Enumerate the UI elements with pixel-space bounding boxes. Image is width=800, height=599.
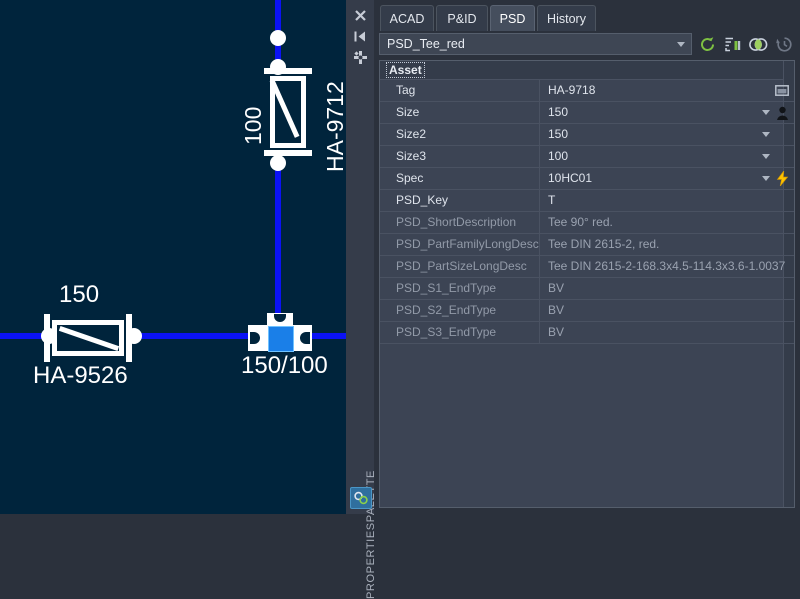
property-value: BV [548, 303, 565, 317]
property-key: Size2 [380, 124, 540, 145]
tee-notch-right [300, 332, 310, 344]
property-value[interactable]: 100 [540, 146, 794, 167]
valve-flange-top [264, 68, 312, 74]
quick-select-icon[interactable] [722, 33, 744, 55]
selected-object-dropdown[interactable]: PSD_Tee_red [379, 33, 693, 55]
tab-pid[interactable]: P&ID [436, 5, 488, 31]
tab-history[interactable]: History [537, 5, 596, 31]
property-value: Tee DIN 2615-2, red. [548, 237, 660, 251]
tab-label: PSD [499, 11, 526, 26]
close-icon[interactable] [350, 5, 370, 25]
table-row[interactable]: Size2 150 [380, 124, 794, 146]
property-key: PSD_Key [380, 190, 540, 211]
connection-node-top[interactable] [270, 30, 286, 46]
property-value[interactable]: HA-9718 [540, 80, 794, 101]
property-value[interactable]: 10HC01 [540, 168, 794, 189]
label-valve-vertical-tag: HA-9712 [322, 81, 346, 172]
pipe-segment-horizontal-middle[interactable] [132, 333, 256, 339]
label-valve-vertical-size: 100 [240, 106, 266, 145]
tab-label: P&ID [447, 11, 477, 26]
table-row: PSD_PartSizeLongDesc Tee DIN 2615-2-168.… [380, 256, 794, 278]
properties-palette: ACAD P&ID PSD History PSD_Tee_red Asset … [374, 0, 800, 514]
table-row: PSD_ShortDescription Tee 90° red. [380, 212, 794, 234]
tab-psd[interactable]: PSD [490, 5, 535, 31]
properties-palette-dock-strip: PROPERTIESPALETTE [346, 0, 377, 599]
chevron-down-icon[interactable] [677, 42, 686, 47]
gears-icon[interactable] [350, 487, 372, 509]
options-gear-icon[interactable] [350, 47, 370, 67]
lightning-icon[interactable] [773, 170, 791, 187]
property-key: PSD_PartSizeLongDesc [380, 256, 540, 277]
label-tee-size: 150/100 [241, 352, 328, 379]
property-group-header[interactable]: Asset [380, 61, 794, 80]
valve-symbol-horizontal[interactable] [36, 312, 144, 364]
property-value: BV [548, 281, 565, 295]
chevron-down-icon[interactable] [762, 110, 770, 115]
auto-hide-icon[interactable] [350, 26, 370, 46]
valve-flange-bottom [264, 150, 312, 156]
table-row[interactable]: Tag HA-9718 [380, 80, 794, 102]
table-row: PSD_S1_EndType BV [380, 278, 794, 300]
tab-label: ACAD [389, 11, 425, 26]
property-group-label: Asset [386, 62, 425, 78]
property-key: Spec [380, 168, 540, 189]
valve-symbol-vertical[interactable] [262, 60, 314, 164]
selected-object-value: PSD_Tee_red [387, 37, 465, 51]
application-window: 100 HA-9712 150 HA-9526 150/100 PROPERTI… [0, 0, 800, 599]
property-key: PSD_ShortDescription [380, 212, 540, 233]
tab-label: History [547, 11, 586, 26]
valve-flange-right [126, 314, 132, 362]
property-grid[interactable]: Asset Tag HA-9718 Size 150 Size2 150 Siz… [379, 60, 795, 508]
table-row[interactable]: Spec 10HC01 [380, 168, 794, 190]
property-value: Tee 90° red. [548, 215, 613, 229]
label-valve-horizontal-tag: HA-9526 [33, 362, 128, 389]
property-value: Tee DIN 2615-2-168.3x4.5-114.3x3.6-1.003… [548, 259, 786, 273]
window-icon[interactable] [773, 82, 791, 99]
table-row: PSD_S2_EndType BV [380, 300, 794, 322]
property-key: PSD_PartFamilyLongDesc [380, 234, 540, 255]
property-value[interactable]: T [540, 190, 794, 211]
cad-drawing-canvas[interactable]: 100 HA-9712 150 HA-9526 150/100 [0, 0, 346, 514]
property-key: Size3 [380, 146, 540, 167]
pipe-segment-vertical-lower[interactable] [275, 158, 281, 334]
property-key: PSD_S2_EndType [380, 300, 540, 321]
property-value[interactable]: 150 [540, 102, 794, 123]
chevron-down-icon[interactable] [762, 154, 770, 159]
valve-flange-left [44, 314, 50, 362]
chevron-down-icon[interactable] [762, 176, 770, 181]
history-icon[interactable] [773, 33, 795, 55]
palette-tab-bar: ACAD P&ID PSD History [374, 0, 800, 31]
select-similar-icon[interactable] [748, 33, 770, 55]
property-key: Tag [380, 80, 540, 101]
property-key: Size [380, 102, 540, 123]
table-row[interactable]: Size3 100 [380, 146, 794, 168]
table-row: PSD_S3_EndType BV [380, 322, 794, 344]
chevron-down-icon[interactable] [762, 132, 770, 137]
table-row[interactable]: Size 150 [380, 102, 794, 124]
property-value[interactable]: 150 [540, 124, 794, 145]
table-row: PSD_PartFamilyLongDesc Tee DIN 2615-2, r… [380, 234, 794, 256]
tab-acad[interactable]: ACAD [380, 5, 434, 31]
selection-toolbar: PSD_Tee_red [379, 32, 795, 56]
label-valve-horizontal-size: 150 [59, 281, 100, 308]
person-icon[interactable] [773, 104, 791, 121]
table-row[interactable]: PSD_Key T [380, 190, 794, 212]
refresh-icon[interactable] [696, 33, 718, 55]
selection-highlight-grip[interactable] [268, 326, 294, 352]
property-key: PSD_S1_EndType [380, 278, 540, 299]
property-value: BV [548, 325, 565, 339]
property-key: PSD_S3_EndType [380, 322, 540, 343]
